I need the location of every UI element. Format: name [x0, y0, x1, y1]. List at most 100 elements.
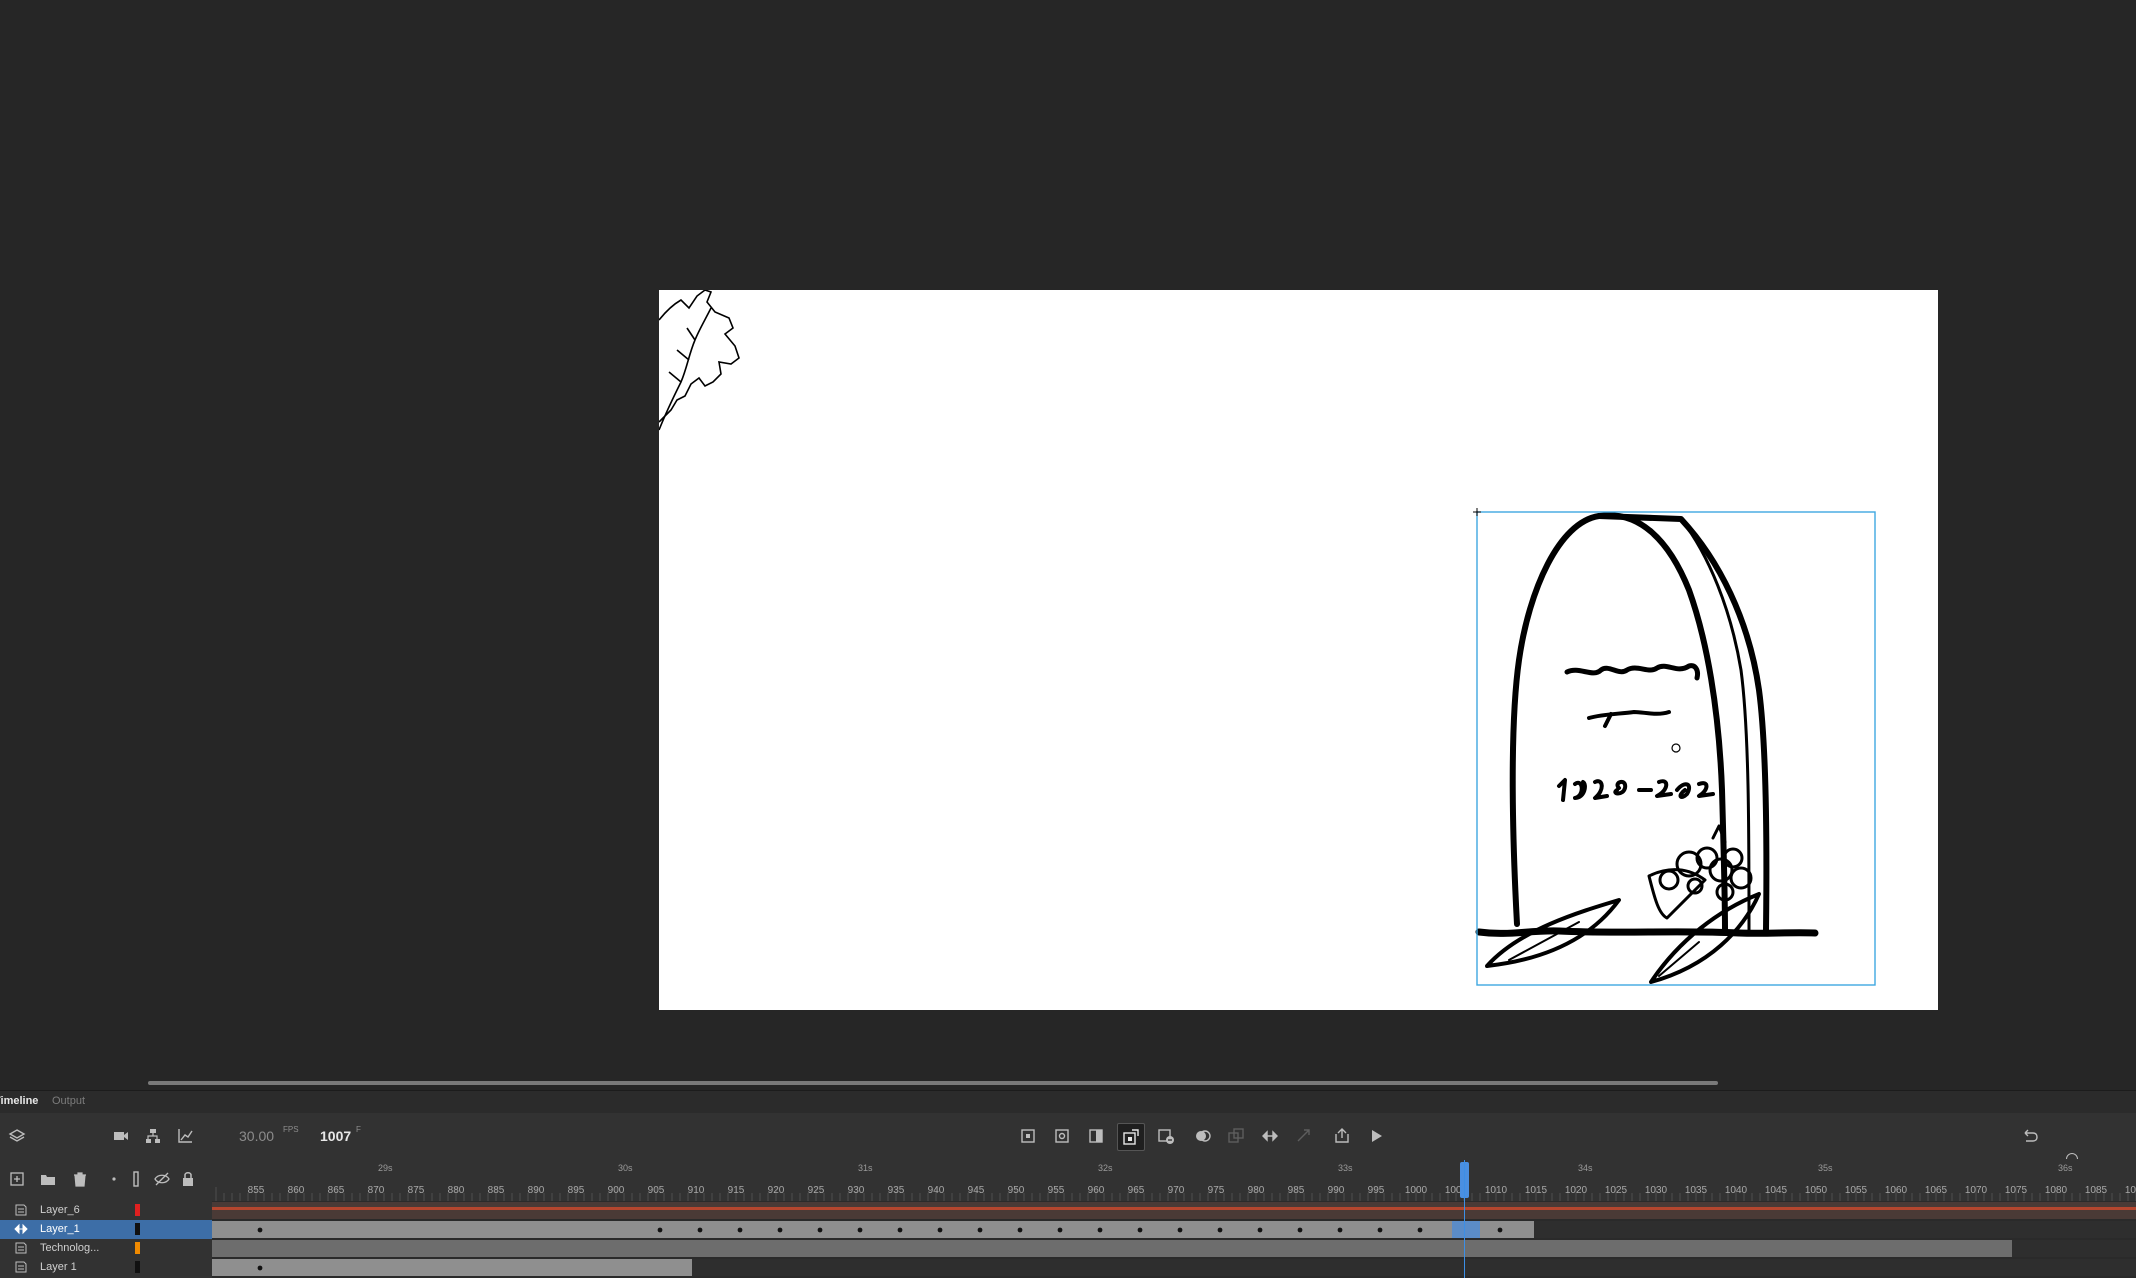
insert-blank-keyframe-icon[interactable] [1052, 1126, 1072, 1146]
outline-icon[interactable] [126, 1169, 146, 1189]
delete-layer-icon[interactable] [70, 1169, 90, 1189]
keyframe[interactable] [1497, 1227, 1503, 1233]
frame-number-label: 1040 [1725, 1185, 1748, 1196]
frame-span[interactable] [212, 1240, 2012, 1257]
layer-row[interactable]: Technolog... [0, 1239, 212, 1258]
ruler-ticks[interactable]: 29s 30s 31s 32s 33s 34s 35s 36s 855 860 865 870 875 8… [212, 1159, 2136, 1201]
frame-number-label: 870 [368, 1185, 385, 1196]
keyframe[interactable] [1057, 1227, 1063, 1233]
layer-motion-icon [14, 1223, 28, 1235]
layer-header [0, 1159, 212, 1201]
layer-color-swatch[interactable] [135, 1204, 140, 1216]
undo-loop-icon[interactable] [2020, 1126, 2040, 1146]
graph-icon[interactable] [175, 1126, 195, 1146]
tab-timeline[interactable]: Timeline [0, 1095, 38, 1107]
keyframe[interactable] [257, 1265, 263, 1271]
layer-color-swatch[interactable] [135, 1261, 140, 1273]
play-icon[interactable] [1366, 1126, 1386, 1146]
keyframe[interactable] [1217, 1227, 1223, 1233]
frame-number-label: 1065 [1925, 1185, 1948, 1196]
second-label: 31s [858, 1163, 873, 1173]
current-frame[interactable]: 1007 [320, 1128, 351, 1144]
timeline-panel: Timeline Output [0, 1090, 2136, 1278]
convert-icon [1294, 1126, 1314, 1146]
frame-number-label: 1030 [1645, 1185, 1668, 1196]
tombstone-drawing[interactable] [1475, 512, 1819, 984]
frame-number-label: 985 [1288, 1185, 1305, 1196]
layer-row[interactable]: Layer 1 [0, 1258, 212, 1277]
onion-skin-icon[interactable] [1193, 1126, 1213, 1146]
keyframe[interactable] [737, 1227, 743, 1233]
keyframe[interactable] [817, 1227, 823, 1233]
frame-number-label: 900 [608, 1185, 625, 1196]
keyframe[interactable] [697, 1227, 703, 1233]
frame-span[interactable] [212, 1221, 1534, 1238]
frame-number-label: 875 [408, 1185, 425, 1196]
keyframe[interactable] [1377, 1227, 1383, 1233]
layers-icon[interactable] [7, 1126, 27, 1146]
frame-number-label: 880 [448, 1185, 465, 1196]
delete-keyframe-icon[interactable] [1156, 1126, 1176, 1146]
keyframe[interactable] [1137, 1227, 1143, 1233]
insert-keyframe-icon[interactable] [1018, 1126, 1038, 1146]
frame-number-label: 1015 [1525, 1185, 1548, 1196]
keyframe[interactable] [857, 1227, 863, 1233]
second-label: 30s [618, 1163, 633, 1173]
keyframe[interactable] [1097, 1227, 1103, 1233]
keyframe[interactable] [977, 1227, 983, 1233]
layer-row[interactable]: Layer_6 [0, 1201, 212, 1220]
frame-tracks[interactable] [212, 1201, 2136, 1278]
frame-span[interactable] [212, 1202, 2136, 1219]
selection-box[interactable] [1473, 508, 1876, 986]
frame-number-label: 935 [888, 1185, 905, 1196]
visibility-icon[interactable] [152, 1169, 172, 1189]
frame-grid[interactable] [212, 1201, 2136, 1278]
frame-span-accent[interactable] [212, 1207, 2136, 1210]
fps-unit: FPS [283, 1125, 299, 1134]
keyframe[interactable] [1017, 1227, 1023, 1233]
keyframe[interactable] [1337, 1227, 1343, 1233]
stage-artwork[interactable] [658, 289, 1938, 1010]
selected-frame-span[interactable] [1452, 1221, 1480, 1238]
layer-color-swatch[interactable] [135, 1223, 140, 1235]
frame-number-label: 1000 [1405, 1185, 1428, 1196]
keyframe[interactable] [897, 1227, 903, 1233]
layer-color-swatch[interactable] [135, 1242, 140, 1254]
horizontal-scrollbar[interactable] [148, 1081, 1718, 1085]
leaf-drawing[interactable] [658, 289, 740, 431]
layer-parenting-icon[interactable] [143, 1126, 163, 1146]
frame-number-label: 905 [648, 1185, 665, 1196]
fps-value[interactable]: 30.00 [239, 1128, 274, 1144]
timeline-ruler[interactable]: 29s 30s 31s 32s 33s 34s 35s 36s 855 860 865 870 875 8… [212, 1159, 2136, 1202]
frame-span[interactable] [212, 1259, 692, 1276]
layer-page-icon [15, 1261, 27, 1273]
new-layer-icon[interactable] [7, 1169, 27, 1189]
lock-icon[interactable] [178, 1169, 198, 1189]
insert-frame-icon[interactable] [1086, 1126, 1106, 1146]
new-folder-icon[interactable] [38, 1169, 58, 1189]
layer-row[interactable]: Layer_1 [0, 1220, 212, 1239]
frame-number-label: 925 [808, 1185, 825, 1196]
keyframe[interactable] [1297, 1227, 1303, 1233]
stage-canvas[interactable] [658, 289, 1938, 1010]
frame-number-label: 930 [848, 1185, 865, 1196]
camera-icon[interactable] [111, 1126, 131, 1146]
keyframe[interactable] [1257, 1227, 1263, 1233]
frame-number-label: 1045 [1765, 1185, 1788, 1196]
export-icon[interactable] [1332, 1126, 1352, 1146]
transform-point[interactable] [1671, 743, 1681, 753]
tab-output[interactable]: Output [52, 1095, 85, 1107]
stage-area[interactable] [0, 0, 2136, 1090]
auto-keyframe-icon[interactable] [1117, 1123, 1145, 1151]
layer-name: Layer 1 [40, 1261, 77, 1273]
keyframe[interactable] [1177, 1227, 1183, 1233]
create-tween-icon[interactable] [1260, 1126, 1280, 1146]
keyframe[interactable] [1417, 1227, 1423, 1233]
keyframe[interactable] [937, 1227, 943, 1233]
keyframe[interactable] [257, 1227, 263, 1233]
highlight-icon[interactable] [104, 1169, 124, 1189]
frame-number-label: 1080 [2045, 1185, 2068, 1196]
second-label: 36s [2058, 1163, 2073, 1173]
keyframe[interactable] [657, 1227, 663, 1233]
keyframe[interactable] [777, 1227, 783, 1233]
